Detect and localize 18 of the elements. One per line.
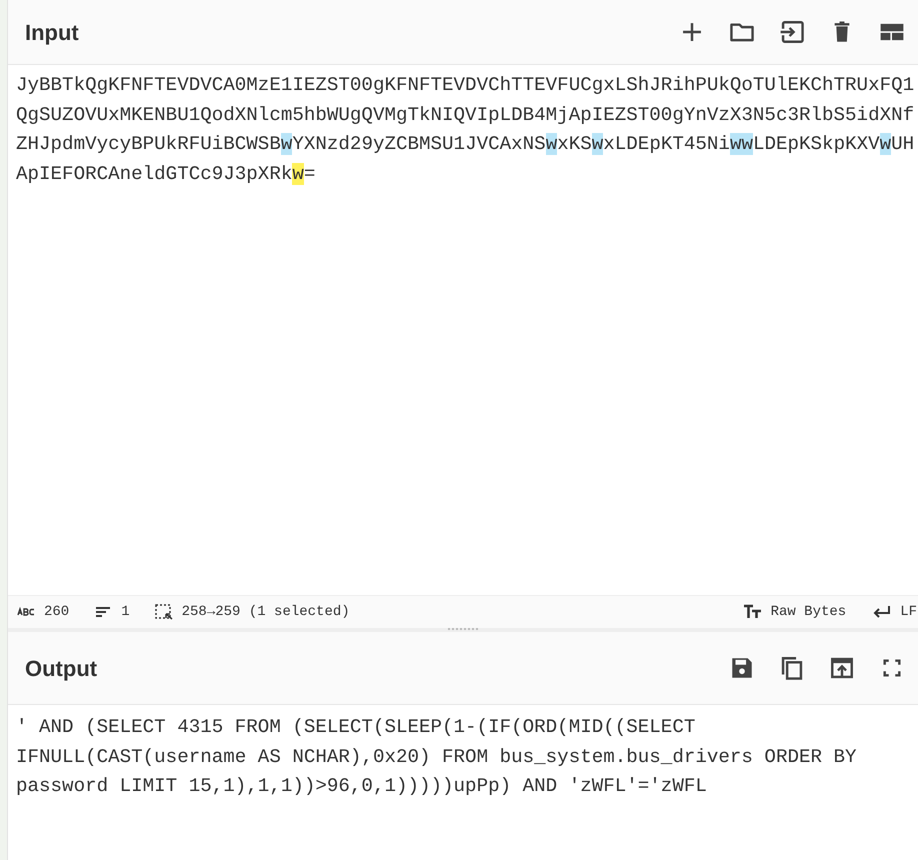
encoding-button[interactable]: Raw Bytes — [742, 600, 848, 624]
input-text-line: ApIEFORCAneldGTCc9J3pXRkw= — [16, 162, 316, 186]
text-size-icon — [742, 604, 763, 620]
output-text: ' AND (SELECT 4315 FROM (SELECT(SLEEP(1-(IF(ORD(MID((SELECT IFNULL(CAST(username AS NCHAR),0x20) FROM bus_system.bus_drivers ORDER BY password LIMIT 15,1),1,1))>96,0,1)))))upPp) AND 'zWFL'='zWFL — [15, 715, 858, 799]
import-icon — [779, 19, 805, 45]
input-text-line: QgSUZOVUxMKENBU1QodXNlcm5hbWUgQVMgTkNIQVIpLDB4MjApIEZST00gYnVzX3N5c3RlbS5idXNf — [16, 102, 914, 128]
selection-icon — [154, 604, 174, 620]
copy-icon — [779, 655, 805, 681]
selection-range: 258→259 (1 selected) — [182, 602, 350, 622]
panel-title: Input — [25, 18, 79, 47]
character-count: 260 — [44, 602, 70, 622]
panel-title: Output — [25, 654, 98, 683]
input-text-line: JyBBTkQgKFNFTEVDVCA0MzE1IEZST00gKFNFTEVDVChTTEVFUCgxLShJRihPUkQoTUlEKChTRUxFQ1 — [16, 73, 914, 98]
input-text-line: ZHJpdmVycyBPUkRFUiBCWSBwYXNzd29yZCBMSU1JVCAxNSwxKSwxLDEpKT45NiwwLDEpKSkpKXVwUH — [16, 132, 914, 157]
return-icon — [872, 604, 892, 620]
upload-icon — [829, 655, 855, 681]
line-count: 1 — [121, 602, 130, 622]
line-ending-button[interactable]: LF — [871, 600, 918, 624]
